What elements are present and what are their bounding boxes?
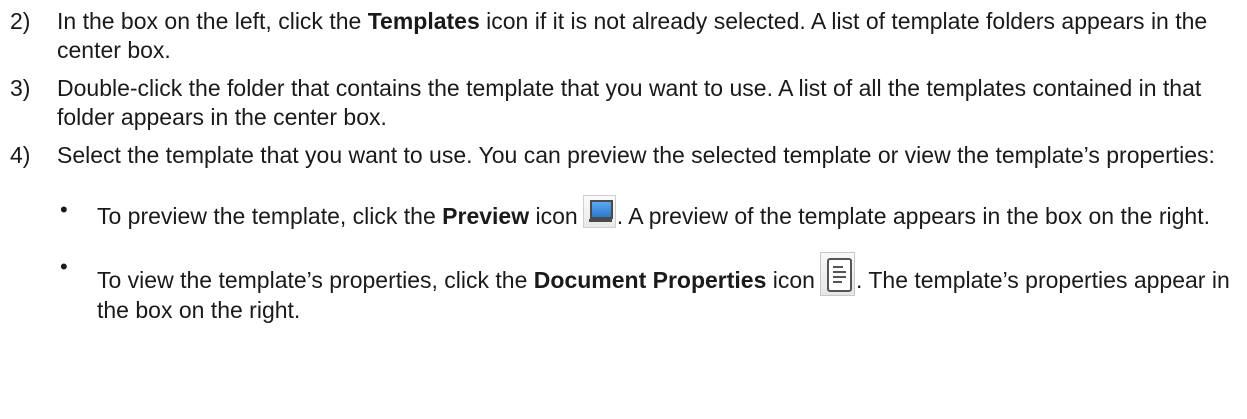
bullet-text-icon-word: icon — [766, 267, 815, 293]
step-2: 2) In the box on the left, click the Tem… — [0, 7, 1247, 65]
step-number: 2) — [10, 8, 31, 34]
step-3: 3) Double-click the folder that contains… — [0, 74, 1247, 132]
step-text: In the box on the left, click the — [57, 8, 368, 34]
bullet-text-icon-word: icon — [529, 203, 578, 229]
document-properties-term: Document Properties — [533, 267, 767, 293]
bullet-text: To preview the template, click the — [97, 203, 443, 229]
templates-term: Templates — [367, 8, 480, 34]
bullet-preview: • To preview the template, click the Pre… — [0, 195, 1247, 231]
preview-icon — [582, 195, 616, 228]
bullet-symbol: • — [60, 197, 68, 222]
step-number: 3) — [10, 75, 31, 101]
bullet-symbol: • — [60, 254, 68, 279]
step-4: 4) Select the template that you want to … — [0, 141, 1247, 170]
document-properties-icon — [819, 252, 855, 296]
step-text: Select the template that you want to use… — [57, 142, 1215, 168]
step-number: 4) — [10, 142, 31, 168]
document-page: 2) In the box on the left, click the Tem… — [0, 0, 1247, 325]
preview-term: Preview — [442, 203, 530, 229]
step-text: Double-click the folder that contains th… — [57, 75, 1202, 130]
bullet-properties: • To view the template’s properties, cli… — [0, 252, 1247, 325]
bullet-text: To view the template’s properties, click… — [97, 267, 534, 293]
bullet-text-continued: . A preview of the template appears in t… — [616, 203, 1210, 229]
